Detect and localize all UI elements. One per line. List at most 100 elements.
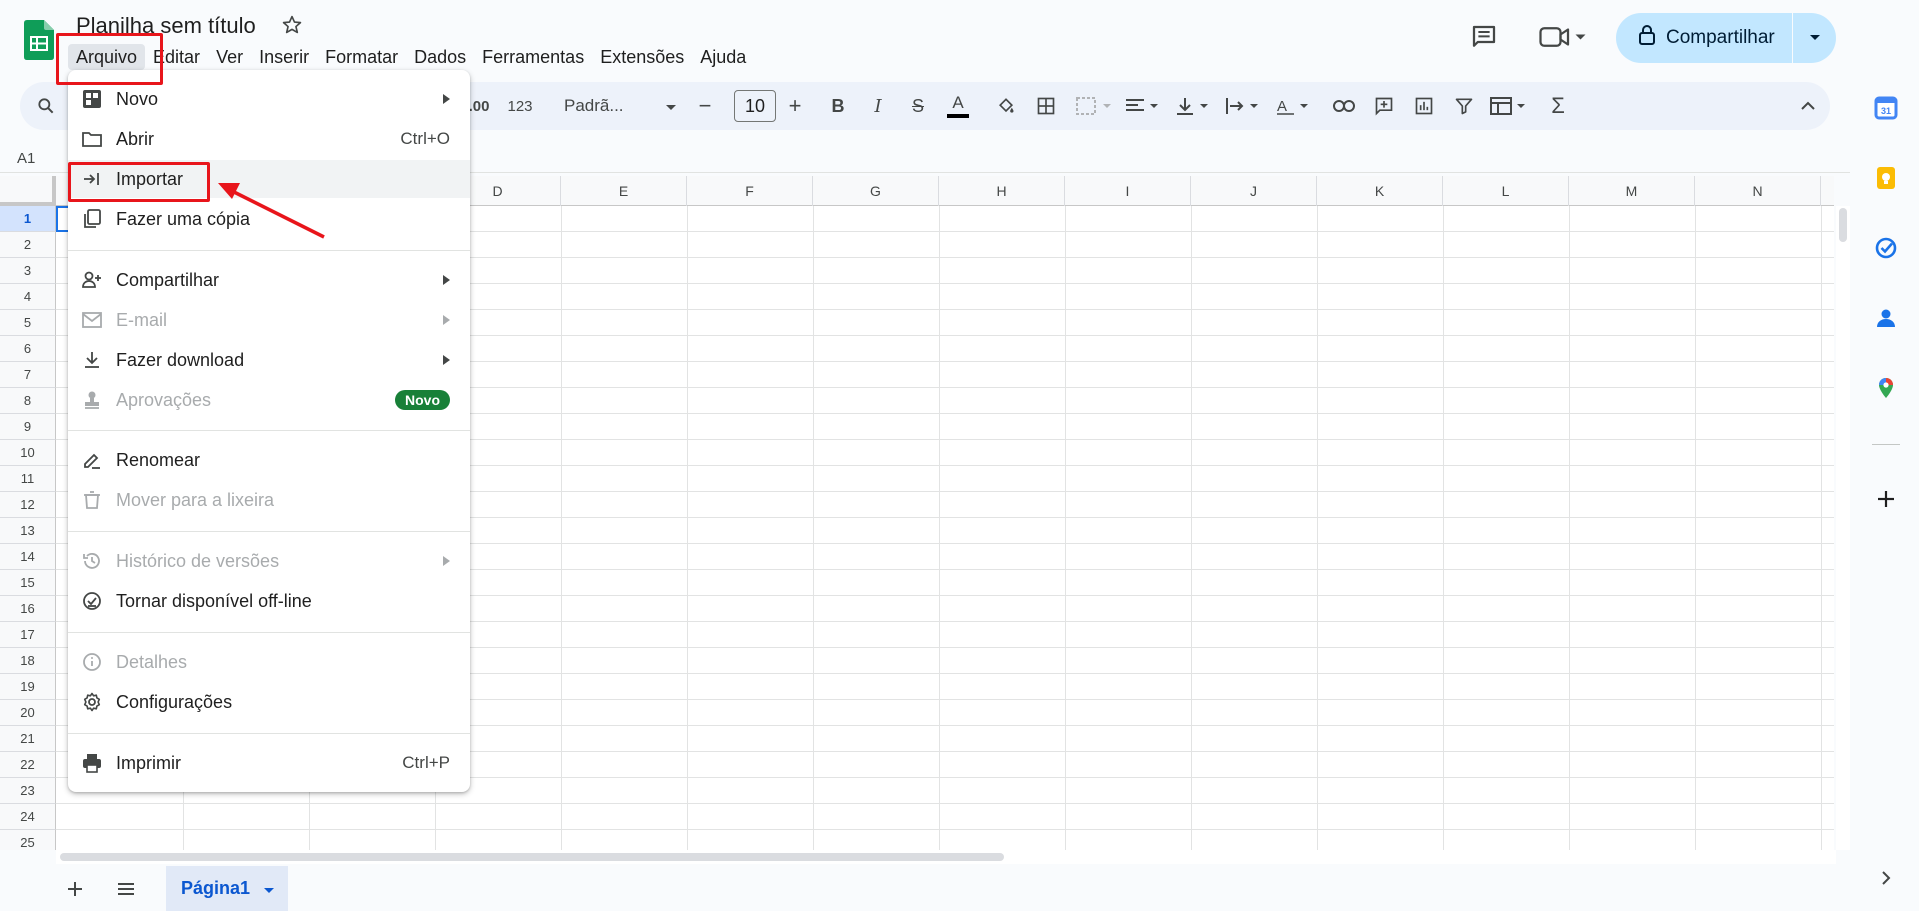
row-header[interactable]: 15: [0, 570, 56, 596]
column-header[interactable]: H: [939, 176, 1065, 206]
vertical-scroll-thumb[interactable]: [1839, 208, 1847, 242]
column-header[interactable]: M: [1569, 176, 1695, 206]
row-header[interactable]: 9: [0, 414, 56, 440]
font-size-increase-button[interactable]: +: [780, 82, 810, 130]
text-rotation-icon[interactable]: A: [1270, 82, 1314, 130]
column-header[interactable]: N: [1695, 176, 1821, 206]
share-main[interactable]: Compartilhar: [1616, 13, 1793, 63]
filter-icon[interactable]: [1446, 82, 1482, 130]
all-sheets-icon[interactable]: [115, 878, 137, 900]
fill-color-icon[interactable]: [988, 82, 1024, 130]
row-header[interactable]: 3: [0, 258, 56, 284]
search-menus-icon[interactable]: [30, 82, 62, 130]
borders-icon[interactable]: [1028, 82, 1064, 130]
column-header[interactable]: J: [1191, 176, 1317, 206]
column-header[interactable]: E: [561, 176, 687, 206]
number-format-button[interactable]: 123: [503, 82, 537, 130]
column-header[interactable]: G: [813, 176, 939, 206]
maps-icon[interactable]: [1874, 376, 1898, 400]
row-header[interactable]: 2: [0, 232, 56, 258]
menu-extensoes[interactable]: Extensões: [592, 44, 692, 70]
menu-ferramentas[interactable]: Ferramentas: [474, 44, 592, 70]
row-header[interactable]: 24: [0, 804, 56, 830]
font-size-input[interactable]: 10: [734, 90, 776, 122]
column-header[interactable]: L: [1443, 176, 1569, 206]
row-header[interactable]: 7: [0, 362, 56, 388]
contacts-icon[interactable]: [1874, 306, 1898, 330]
horizontal-align-icon[interactable]: [1120, 82, 1164, 130]
row-header[interactable]: 5: [0, 310, 56, 336]
row-header[interactable]: 4: [0, 284, 56, 310]
row-header[interactable]: 17: [0, 622, 56, 648]
decimal-increase-icon[interactable]: .00: [468, 82, 490, 130]
text-wrap-icon[interactable]: [1220, 82, 1264, 130]
menu-formatar[interactable]: Formatar: [317, 44, 406, 70]
menu-item-renomear[interactable]: Renomear: [68, 441, 470, 479]
row-header[interactable]: 20: [0, 700, 56, 726]
meet-icon[interactable]: [1538, 22, 1588, 52]
menu-dados[interactable]: Dados: [406, 44, 474, 70]
row-header[interactable]: 6: [0, 336, 56, 362]
name-box[interactable]: A1: [17, 150, 35, 167]
row-header[interactable]: 13: [0, 518, 56, 544]
comments-icon[interactable]: [1469, 22, 1499, 52]
add-sheet-icon[interactable]: [64, 878, 86, 900]
menu-item-fazer-download[interactable]: Fazer download: [68, 341, 470, 379]
row-header[interactable]: 12: [0, 492, 56, 518]
vertical-scrollbar[interactable]: [1836, 206, 1850, 850]
row-header[interactable]: 21: [0, 726, 56, 752]
functions-icon[interactable]: Σ: [1540, 82, 1576, 130]
menu-item-abrir[interactable]: Abrir Ctrl+O: [68, 120, 470, 158]
column-header[interactable]: F: [687, 176, 813, 206]
row-header[interactable]: 11: [0, 466, 56, 492]
menu-item-offline[interactable]: Tornar disponível off-line: [68, 582, 470, 620]
row-header[interactable]: 8: [0, 388, 56, 414]
row-header[interactable]: 16: [0, 596, 56, 622]
bold-icon[interactable]: B: [820, 82, 856, 130]
row-header[interactable]: 25: [0, 830, 56, 850]
strikethrough-icon[interactable]: S: [900, 82, 936, 130]
caret-down-icon[interactable]: [264, 878, 275, 899]
row-header[interactable]: 1: [0, 206, 56, 232]
row-header[interactable]: 18: [0, 648, 56, 674]
menu-item-configuracoes[interactable]: Configurações: [68, 683, 470, 721]
expand-panel-icon[interactable]: [1874, 866, 1898, 890]
row-header[interactable]: 10: [0, 440, 56, 466]
insert-comment-icon[interactable]: [1366, 82, 1402, 130]
row-header[interactable]: 22: [0, 752, 56, 778]
font-size-decrease-button[interactable]: −: [690, 82, 720, 130]
select-all-corner[interactable]: [0, 176, 56, 206]
sheets-logo-icon[interactable]: [24, 20, 54, 60]
vertical-align-icon[interactable]: [1170, 82, 1214, 130]
row-header[interactable]: 19: [0, 674, 56, 700]
insert-chart-icon[interactable]: [1406, 82, 1442, 130]
menu-ver[interactable]: Ver: [208, 44, 251, 70]
text-color-icon[interactable]: A: [940, 82, 976, 130]
column-header[interactable]: K: [1317, 176, 1443, 206]
menu-item-imprimir[interactable]: Imprimir Ctrl+P: [68, 744, 470, 782]
tasks-icon[interactable]: [1874, 236, 1898, 260]
font-family-select[interactable]: Padrã...: [560, 82, 680, 130]
star-icon[interactable]: [281, 14, 303, 36]
insert-link-icon[interactable]: [1326, 82, 1362, 130]
keep-icon[interactable]: [1874, 166, 1898, 190]
add-addon-icon[interactable]: [1874, 487, 1898, 511]
italic-icon[interactable]: I: [860, 82, 896, 130]
menu-item-compartilhar[interactable]: Compartilhar: [68, 261, 470, 299]
collapse-toolbar-icon[interactable]: [1790, 82, 1826, 130]
row-header[interactable]: 14: [0, 544, 56, 570]
filter-views-icon[interactable]: [1486, 82, 1532, 130]
menu-item-novo[interactable]: Novo: [68, 80, 470, 118]
horizontal-scrollbar[interactable]: [56, 850, 1836, 864]
menu-ajuda[interactable]: Ajuda: [692, 44, 754, 70]
merge-cells-icon[interactable]: [1070, 82, 1120, 130]
sheet-tab[interactable]: Página1: [166, 866, 288, 911]
share-options-button[interactable]: [1793, 13, 1836, 63]
menu-inserir[interactable]: Inserir: [251, 44, 317, 70]
menu-item-fazer-copia[interactable]: Fazer uma cópia: [68, 200, 470, 238]
row-header[interactable]: 23: [0, 778, 56, 804]
horizontal-scroll-thumb[interactable]: [60, 853, 1004, 861]
share-button[interactable]: Compartilhar: [1616, 13, 1836, 63]
calendar-icon[interactable]: 31: [1874, 96, 1898, 120]
column-header[interactable]: I: [1065, 176, 1191, 206]
